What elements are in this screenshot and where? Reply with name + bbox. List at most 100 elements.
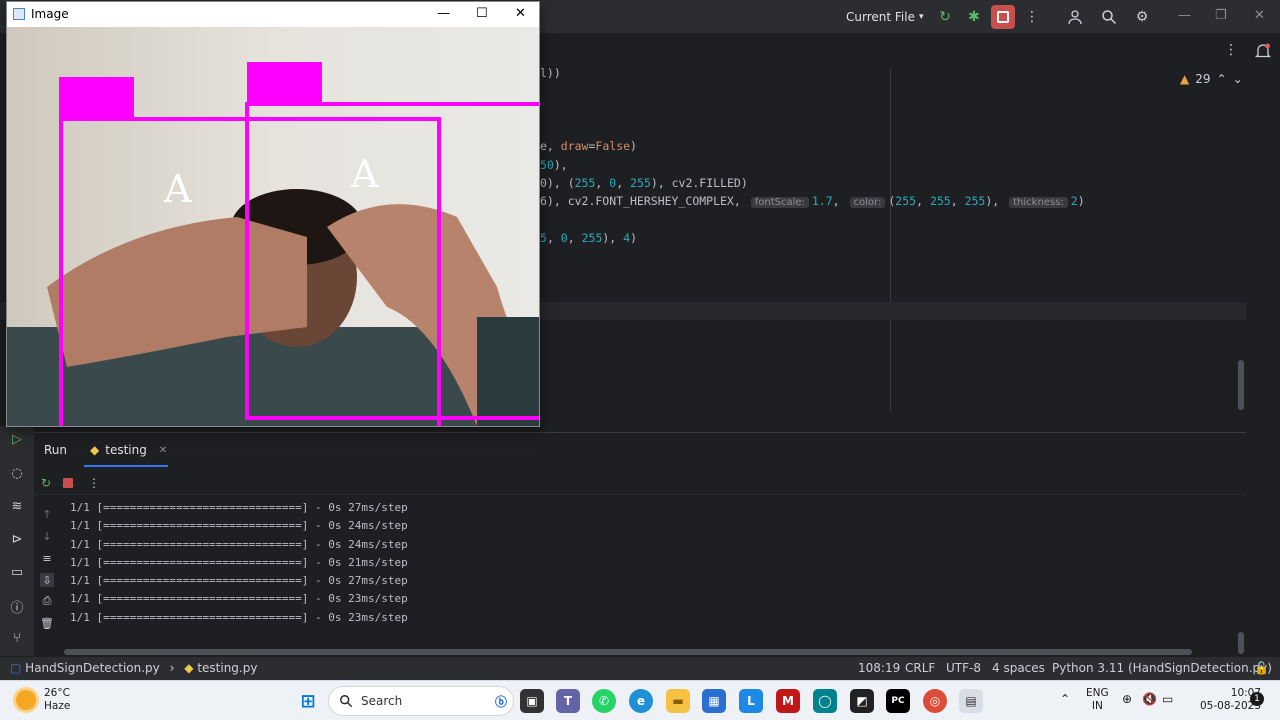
console-line: 1/1 [==============================] - 0… xyxy=(70,592,408,606)
console-line: 1/1 [==============================] - 0… xyxy=(70,519,408,533)
sticky-notes-icon[interactable]: ◩ xyxy=(850,689,874,713)
trash-icon[interactable]: 🗑 xyxy=(40,616,54,630)
code-token: 1.7 xyxy=(811,194,833,208)
rerun-icon[interactable]: ↻ xyxy=(38,475,54,491)
chevron-down-icon[interactable]: ⌄ xyxy=(1233,72,1243,86)
image-window-title-bar[interactable]: Image — ☐ ✕ xyxy=(7,2,539,27)
indent-setting[interactable]: 4 spaces xyxy=(992,661,1045,675)
code-token: 255 xyxy=(929,194,951,208)
network-icon[interactable]: ⊕ xyxy=(1122,693,1132,706)
inspection-warnings[interactable]: ▲ 29 ⌃ ⌄ xyxy=(1180,72,1243,86)
editor-options-icon[interactable]: ⋮ xyxy=(1224,42,1238,58)
show-hidden-icons-icon[interactable]: ⌃ xyxy=(1060,693,1070,706)
language-indicator[interactable]: ENG IN xyxy=(1086,687,1109,713)
store-icon[interactable]: ▦ xyxy=(702,689,726,713)
run-tool-icon[interactable]: ▷ xyxy=(8,430,26,448)
stop-button[interactable] xyxy=(991,5,1015,29)
chevron-up-icon[interactable]: ⌃ xyxy=(1217,72,1227,86)
terminal-icon[interactable]: ▭ xyxy=(8,563,26,581)
minimize-icon[interactable]: — xyxy=(437,6,450,21)
line-separator[interactable]: CRLF xyxy=(905,661,935,675)
l-app-icon[interactable]: L xyxy=(739,689,763,713)
stop-icon[interactable] xyxy=(60,475,76,491)
services-icon[interactable]: ⊳ xyxy=(8,530,26,548)
more-options-icon[interactable]: ⋮ xyxy=(86,475,102,491)
pycharm-icon[interactable]: PC xyxy=(886,689,910,713)
code-token: e, xyxy=(540,139,561,153)
code-token: 255 xyxy=(964,194,986,208)
print-icon[interactable]: ⎙ xyxy=(40,594,54,608)
arrow-down-icon[interactable]: ↓ xyxy=(40,529,54,543)
add-user-icon[interactable] xyxy=(1065,6,1087,28)
breadcrumb-project[interactable]: HandSignDetection.py xyxy=(25,661,160,675)
temperature: 26°C xyxy=(44,687,70,699)
windows-taskbar: 26°C Haze ⊞ Search ⓑ ▣ T ✆ e ▬ ▦ L M ◯ ◩… xyxy=(0,680,1280,720)
tool-window-strip: ▷ ◌ ≋ ⊳ ▭ ⓘ ⑂ xyxy=(0,426,34,656)
run-configuration-selector[interactable]: Current File ▾ xyxy=(846,8,924,26)
console-output[interactable]: 1/1 [==============================] - 0… xyxy=(70,499,408,627)
scroll-to-end-icon[interactable]: ⇩ xyxy=(40,573,54,587)
chrome-icon[interactable]: ◎ xyxy=(923,689,947,713)
problems-icon[interactable]: ⓘ xyxy=(8,597,26,616)
edge-icon[interactable]: e xyxy=(629,689,653,713)
teams-icon[interactable]: T xyxy=(556,689,580,713)
close-tab-icon[interactable]: ✕ xyxy=(159,445,167,456)
restore-icon[interactable]: ❐ xyxy=(1215,8,1227,23)
search-icon xyxy=(340,695,353,708)
shadow-area xyxy=(477,317,539,426)
chevron-down-icon: ▾ xyxy=(918,12,924,22)
console-horizontal-scrollbar[interactable] xyxy=(64,649,1192,655)
run-tabs: Run ◆ testing ✕ xyxy=(34,433,1246,467)
notification-badge[interactable]: 1 xyxy=(1250,692,1264,706)
whatsapp-icon[interactable]: ✆ xyxy=(592,689,616,713)
more-actions-icon[interactable]: ⋮ xyxy=(1021,6,1043,28)
code-token: 6), cv2.FONT_HERSHEY_COMPLEX, xyxy=(540,194,748,208)
weather-widget[interactable]: 26°C Haze xyxy=(16,687,70,713)
debug-icon[interactable]: ✱ xyxy=(963,6,985,28)
close-icon[interactable]: ✕ xyxy=(515,6,526,21)
windows-start-icon[interactable]: ⊞ xyxy=(296,689,320,713)
code-token: 5 xyxy=(540,231,547,245)
gear-icon[interactable]: ⚙ xyxy=(1131,6,1153,28)
git-icon[interactable]: ⑂ xyxy=(8,629,26,647)
editor-vertical-scrollbar[interactable] xyxy=(1238,360,1244,410)
code-token: , xyxy=(950,194,965,208)
close-icon[interactable]: ✕ xyxy=(1254,8,1265,23)
lock-icon[interactable]: 🔓 xyxy=(1254,661,1269,675)
code-token: 255 xyxy=(581,231,603,245)
maximize-icon[interactable]: ☐ xyxy=(476,6,488,21)
mcafee-icon[interactable]: M xyxy=(776,689,800,713)
run-config-label: Current File xyxy=(846,10,915,24)
image-window-taskbar-icon[interactable]: ▤ xyxy=(959,689,983,713)
parameter-hint: thickness: xyxy=(1009,197,1068,208)
cortana-app-icon[interactable]: ◯ xyxy=(813,689,837,713)
python-console-icon[interactable]: ◌ xyxy=(8,464,26,482)
search-icon[interactable] xyxy=(1098,6,1120,28)
code-token: ) xyxy=(630,231,638,245)
console-line: 1/1 [==============================] - 0… xyxy=(70,537,408,551)
code-line: 0), (255, 0, 255), cv2.FILLED) xyxy=(540,176,748,190)
arrow-up-icon[interactable]: ↑ xyxy=(40,507,54,521)
breadcrumb-file[interactable]: testing.py xyxy=(197,661,257,675)
code-token: ), cv2.FILLED) xyxy=(650,176,748,190)
stop-icon xyxy=(997,11,1009,23)
code-token: False xyxy=(595,139,631,153)
soft-wrap-icon[interactable]: ≡ xyxy=(40,551,54,565)
layers-icon[interactable]: ≋ xyxy=(8,497,26,515)
task-view-icon[interactable]: ▣ xyxy=(520,689,544,713)
rerun-icon[interactable]: ↻ xyxy=(934,6,956,28)
caret-position[interactable]: 108:19 xyxy=(858,661,900,675)
file-explorer-icon[interactable]: ▬ xyxy=(666,689,690,713)
file-encoding[interactable]: UTF-8 xyxy=(946,661,981,675)
active-tab-indicator xyxy=(84,465,168,467)
minimize-icon[interactable]: — xyxy=(1178,8,1191,23)
notifications-bell-icon[interactable] xyxy=(1254,42,1274,62)
console-vertical-scrollbar[interactable] xyxy=(1238,632,1244,654)
taskbar-search[interactable]: Search ⓑ xyxy=(328,686,514,716)
python-interpreter[interactable]: Python 3.11 (HandSignDetection.py) xyxy=(1052,661,1272,675)
code-line: 5, 0, 255), 4) xyxy=(540,231,637,245)
tab-testing[interactable]: ◆ testing ✕ xyxy=(90,443,167,457)
volume-muted-icon[interactable]: 🔇 xyxy=(1142,693,1157,706)
battery-icon[interactable]: ▭ xyxy=(1162,693,1173,706)
image-window[interactable]: Image — ☐ ✕ A A xyxy=(6,1,540,427)
